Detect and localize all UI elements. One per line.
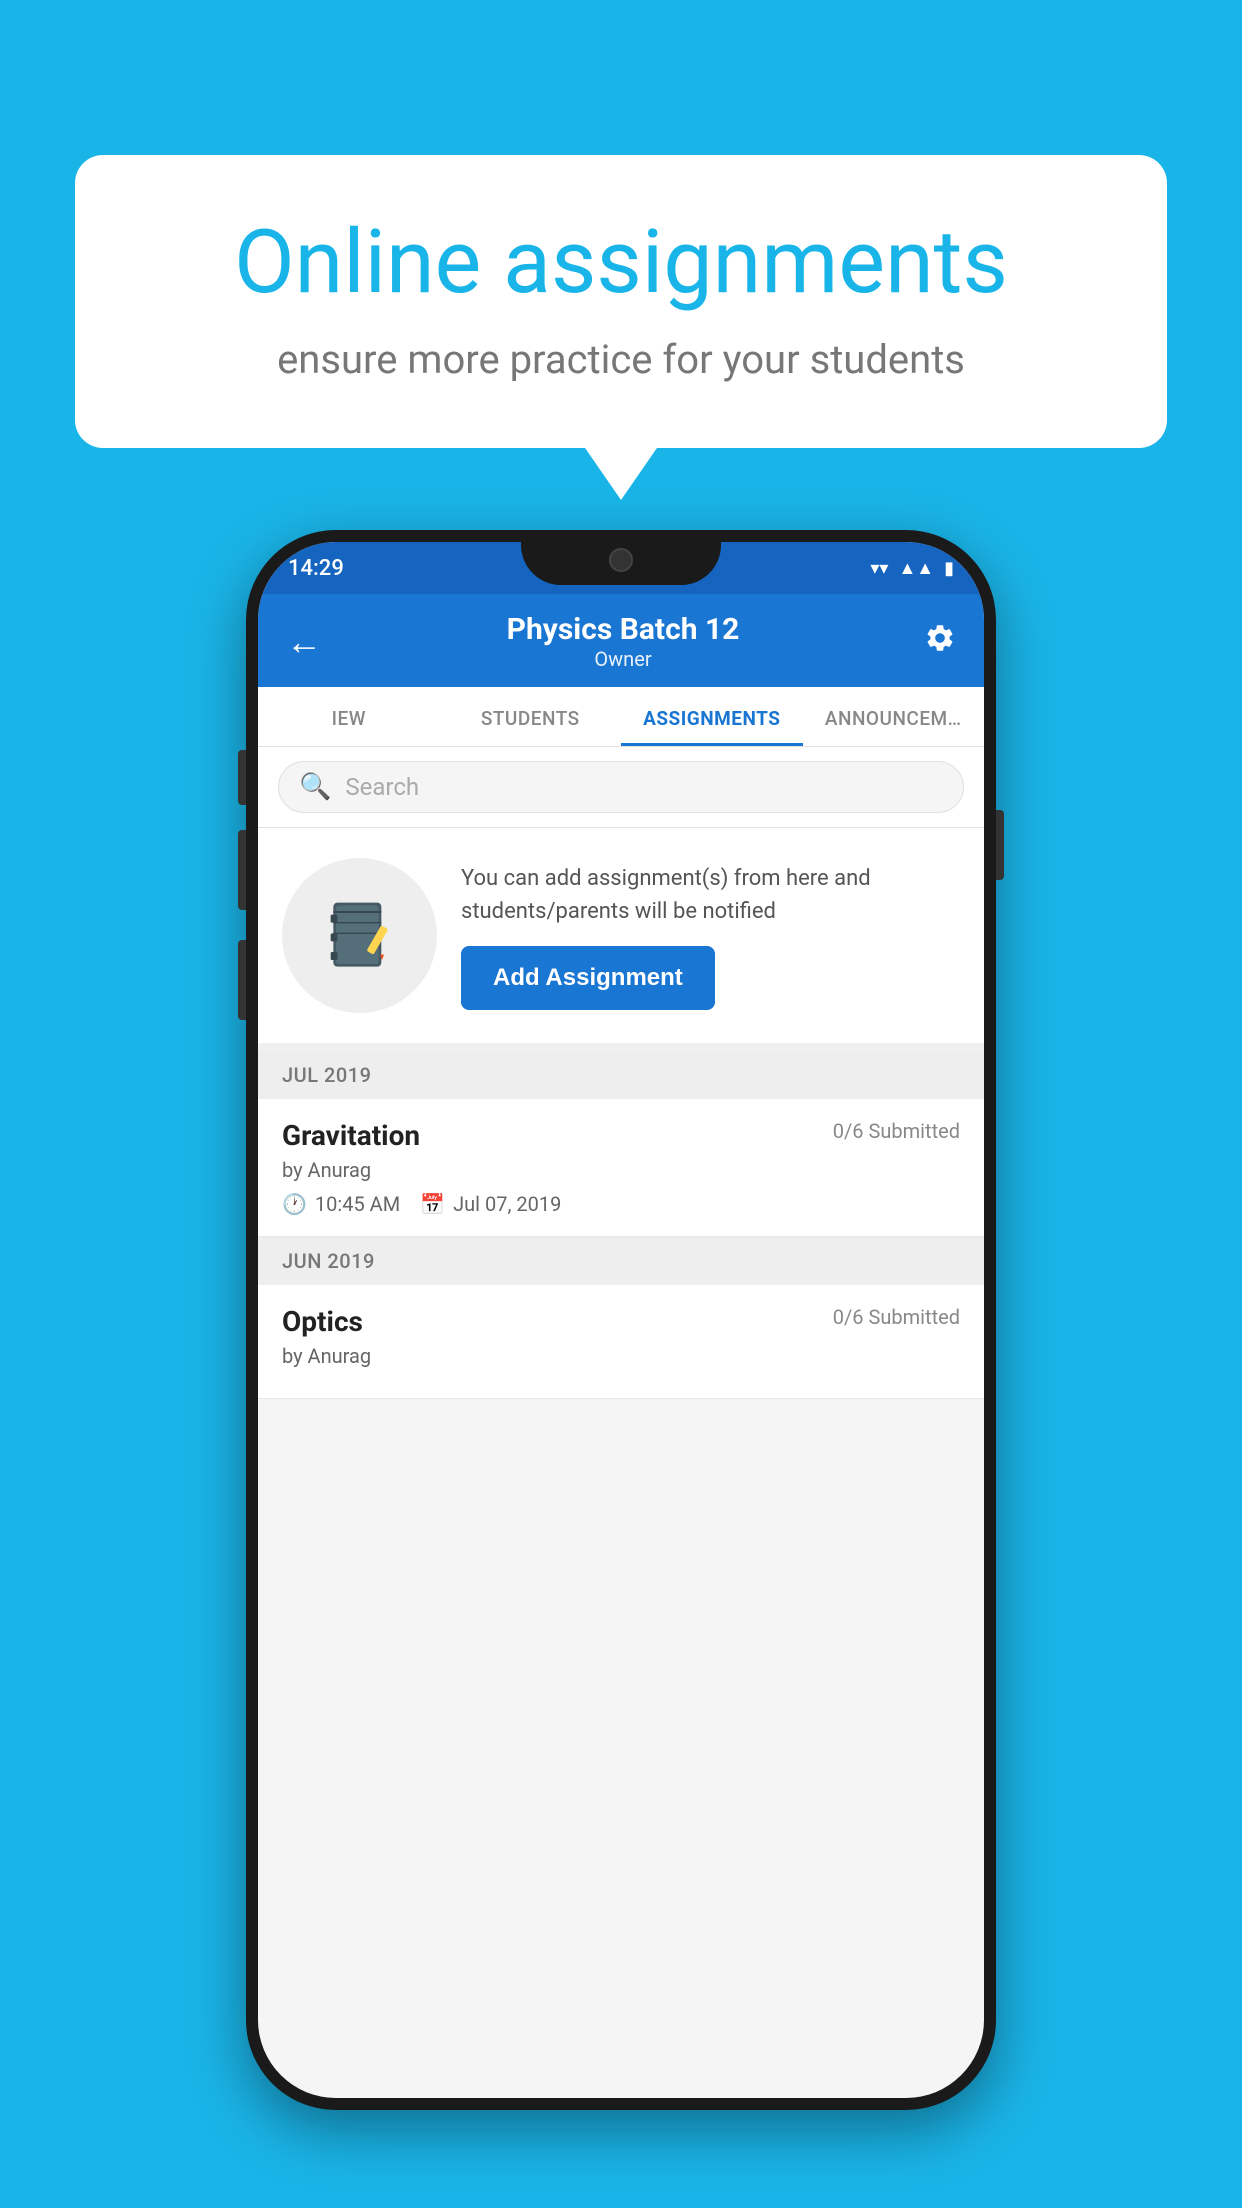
add-assignment-promo: You can add assignment(s) from here and … xyxy=(258,828,984,1051)
header-subtitle: Owner xyxy=(507,647,740,671)
assignment-name: Gravitation xyxy=(282,1119,420,1152)
assignment-promo-right: You can add assignment(s) from here and … xyxy=(461,862,960,1010)
assignment-header: Gravitation 0/6 Submitted xyxy=(282,1119,960,1152)
assignment-submitted-optics: 0/6 Submitted xyxy=(833,1305,960,1329)
search-placeholder: Search xyxy=(345,773,419,801)
add-assignment-button[interactable]: Add Assignment xyxy=(461,946,715,1010)
settings-button[interactable] xyxy=(924,622,956,662)
assignment-header-optics: Optics 0/6 Submitted xyxy=(282,1305,960,1338)
assignment-icon-circle xyxy=(282,858,437,1013)
tab-announcements[interactable]: ANNOUNCEM… xyxy=(803,687,985,746)
assignment-by: by Anurag xyxy=(282,1158,960,1182)
assignment-date: 📅 Jul 07, 2019 xyxy=(420,1192,561,1216)
signal-icon: ▲▲ xyxy=(898,558,934,579)
assignment-by-optics: by Anurag xyxy=(282,1344,960,1368)
status-time: 14:29 xyxy=(288,556,344,581)
assignment-date-value: Jul 07, 2019 xyxy=(453,1192,561,1216)
wifi-icon: ▾▾ xyxy=(870,558,888,579)
assignment-item-optics[interactable]: Optics 0/6 Submitted by Anurag xyxy=(258,1285,984,1399)
assignment-item-gravitation[interactable]: Gravitation 0/6 Submitted by Anurag 🕐 10… xyxy=(258,1099,984,1237)
header-center: Physics Batch 12 Owner xyxy=(507,612,740,671)
battery-icon: ▮ xyxy=(944,558,954,579)
clock-icon: 🕐 xyxy=(282,1192,307,1216)
front-camera xyxy=(609,548,633,572)
phone-mockup: 14:29 ▾▾ ▲▲ ▮ ← Physics Batch 12 Owner xyxy=(246,530,996,2110)
header-title: Physics Batch 12 xyxy=(507,612,740,647)
speech-bubble-card: Online assignments ensure more practice … xyxy=(75,155,1167,448)
speech-bubble-subtitle: ensure more practice for your students xyxy=(145,336,1097,383)
tab-students[interactable]: STUDENTS xyxy=(440,687,622,746)
back-button[interactable]: ← xyxy=(286,621,322,663)
silent-button xyxy=(238,940,246,1020)
volume-up-button xyxy=(238,750,246,805)
search-input-container[interactable]: 🔍 Search xyxy=(278,761,964,813)
tab-assignments[interactable]: ASSIGNMENTS xyxy=(621,687,803,746)
status-icons: ▾▾ ▲▲ ▮ xyxy=(870,558,954,579)
tab-iew[interactable]: IEW xyxy=(258,687,440,746)
phone-screen: 14:29 ▾▾ ▲▲ ▮ ← Physics Batch 12 Owner xyxy=(258,542,984,2098)
phone-outer: 14:29 ▾▾ ▲▲ ▮ ← Physics Batch 12 Owner xyxy=(246,530,996,2110)
month-separator-jul: JUL 2019 xyxy=(258,1051,984,1099)
assignment-name-optics: Optics xyxy=(282,1305,363,1338)
volume-down-button xyxy=(238,830,246,910)
calendar-icon: 📅 xyxy=(420,1192,445,1216)
assignment-time-value: 10:45 AM xyxy=(315,1192,400,1216)
month-separator-jun: JUN 2019 xyxy=(258,1237,984,1285)
assignment-submitted: 0/6 Submitted xyxy=(833,1119,960,1143)
assignment-meta: 🕐 10:45 AM 📅 Jul 07, 2019 xyxy=(282,1192,960,1216)
speech-bubble-title: Online assignments xyxy=(145,215,1097,312)
power-button xyxy=(996,810,1004,880)
search-bar: 🔍 Search xyxy=(258,747,984,828)
notebook-icon xyxy=(320,896,400,976)
phone-notch xyxy=(521,530,721,585)
search-icon: 🔍 xyxy=(299,772,331,802)
app-header: ← Physics Batch 12 Owner xyxy=(258,594,984,687)
assignment-promo-text: You can add assignment(s) from here and … xyxy=(461,862,960,928)
assignment-time: 🕐 10:45 AM xyxy=(282,1192,400,1216)
tabs-bar: IEW STUDENTS ASSIGNMENTS ANNOUNCEM… xyxy=(258,687,984,747)
